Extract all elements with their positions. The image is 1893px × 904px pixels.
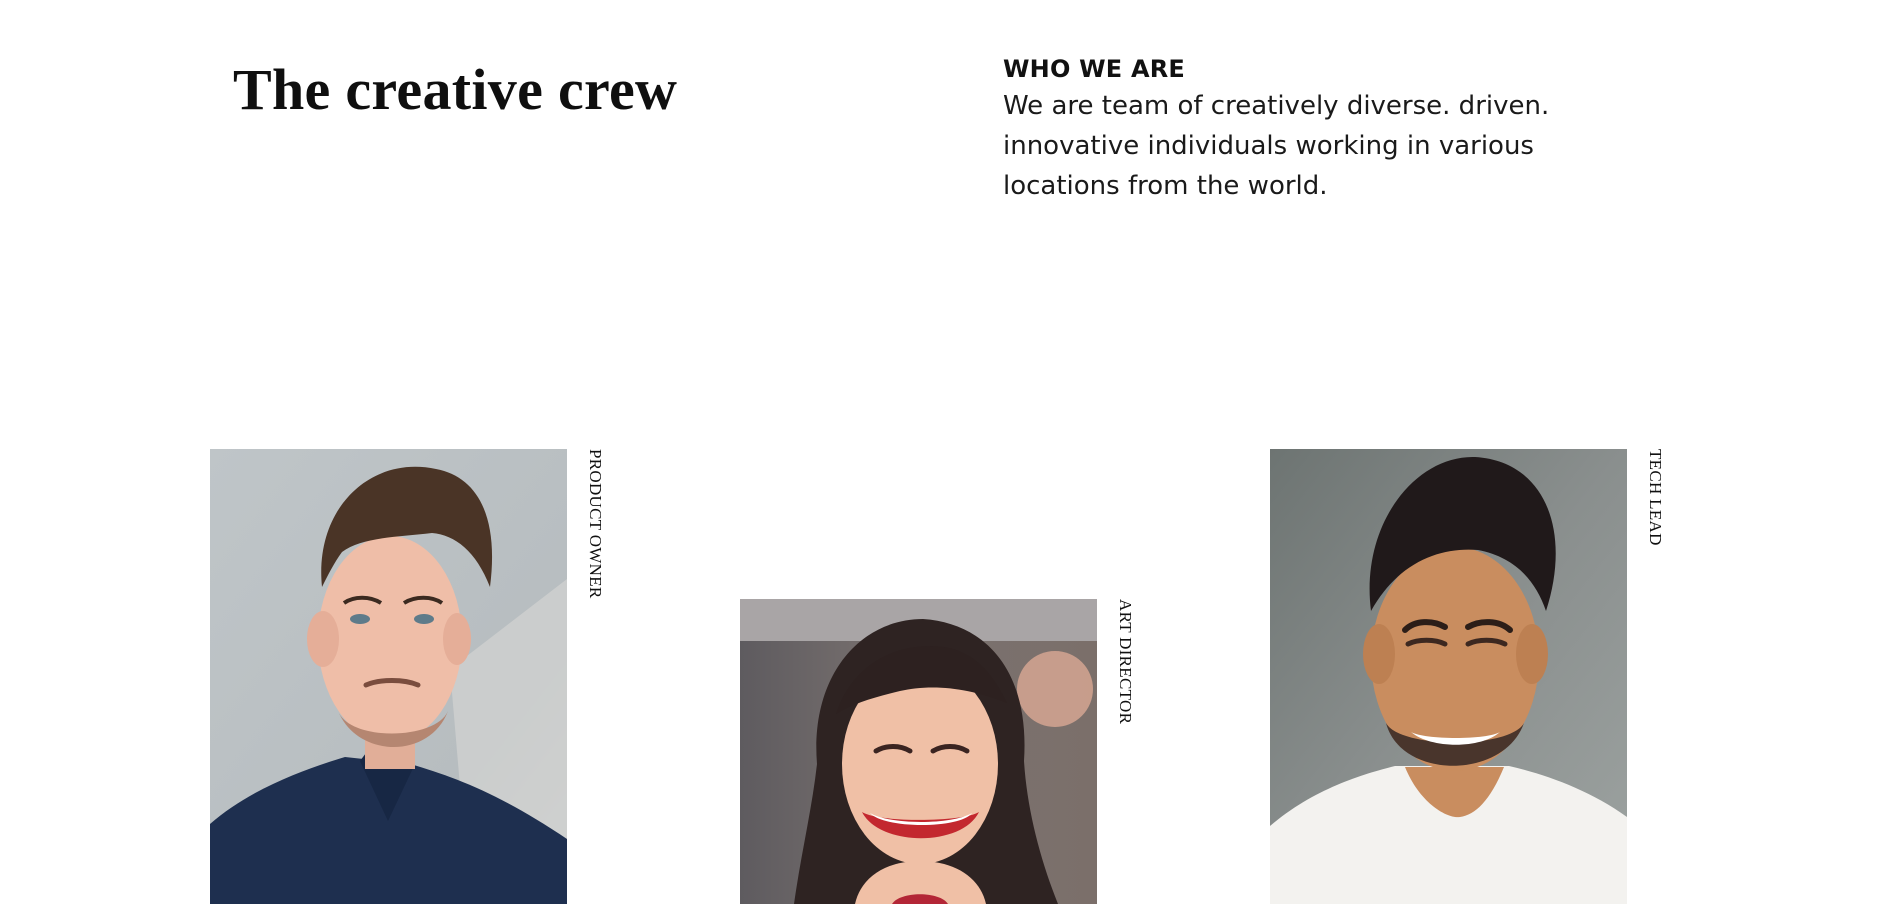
about-text: We are team of creatively diverse. drive… — [1003, 91, 1550, 201]
team-member-photo — [740, 599, 1097, 904]
team-member-photo — [210, 449, 567, 904]
about-section: WHO WE ARE We are team of creatively div… — [1003, 52, 1623, 206]
team-member-role: TECH LEAD — [1646, 449, 1665, 546]
about-heading: WHO WE ARE — [1003, 55, 1185, 83]
team-member-role: ART DIRECTOR — [1116, 599, 1135, 725]
team-page: The creative crew WHO WE ARE We are team… — [0, 0, 1893, 904]
team-member-photo — [1270, 449, 1627, 904]
page-title: The creative crew — [233, 57, 678, 122]
team-member-role: PRODUCT OWNER — [586, 449, 605, 599]
